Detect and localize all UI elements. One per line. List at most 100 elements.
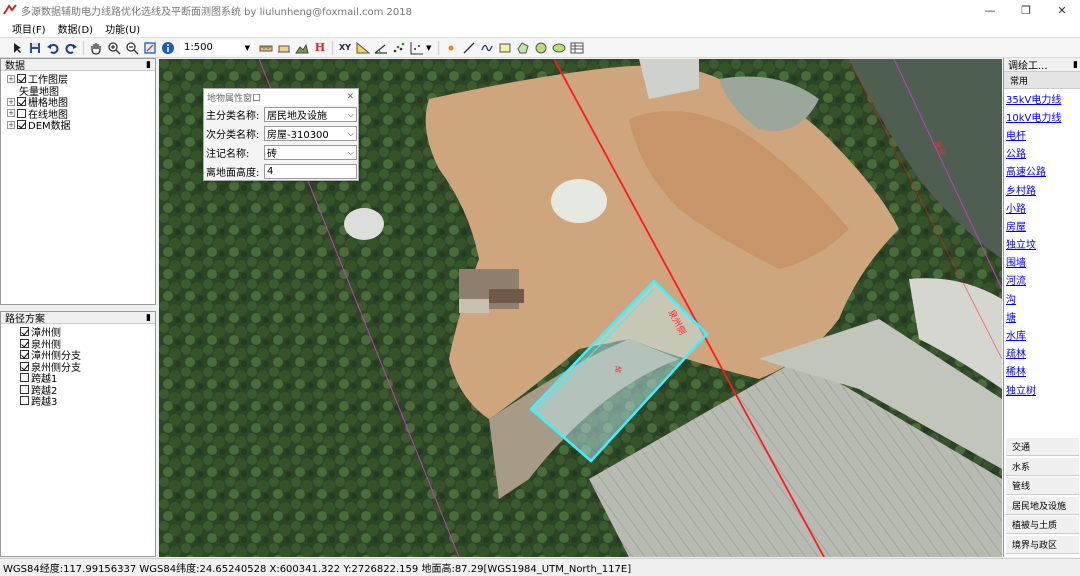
expand-icon[interactable]: + <box>7 120 15 129</box>
feature-link[interactable]: 独立树 <box>1004 380 1080 398</box>
angle-button[interactable] <box>372 39 390 57</box>
save-button[interactable] <box>26 39 44 57</box>
draw-rectangle-button[interactable] <box>496 39 514 57</box>
pin-icon[interactable]: ▮ <box>1073 60 1078 70</box>
attribute-value: 居民地及设施 <box>267 111 327 122</box>
feature-link[interactable]: 电杆 <box>1004 125 1080 143</box>
category-button[interactable]: 管线 <box>1006 477 1079 495</box>
route-checkbox[interactable] <box>20 384 29 394</box>
zoom-in-button[interactable] <box>105 39 123 57</box>
route-checkbox[interactable] <box>20 350 29 360</box>
chevron-down-icon[interactable]: ▼ <box>426 44 431 52</box>
feature-attribute-window: 地物属性窗口 ✕ 主分类名称: 居民地及设施 ⌵ 次分类名称: 房屋-310300 ⌵ 注记… <box>203 88 359 181</box>
full-extent-button[interactable] <box>141 39 159 57</box>
table-icon <box>570 42 584 53</box>
layer-checkbox[interactable] <box>17 74 26 84</box>
scale-select[interactable]: 1:500 ▼ <box>180 40 254 55</box>
attribute-row: 离地面高度: 4 <box>204 162 358 181</box>
scatter-points-button[interactable] <box>390 39 408 57</box>
select-pointer-button[interactable] <box>8 39 26 57</box>
route-item[interactable]: 跨越3 <box>20 395 155 408</box>
feature-link[interactable]: 乡村路 <box>1004 180 1080 198</box>
zoom-out-button[interactable] <box>123 39 141 57</box>
minimize-button[interactable]: — <box>972 0 1008 20</box>
profile-button[interactable] <box>275 39 293 57</box>
layer-checkbox[interactable] <box>17 120 26 130</box>
feature-link[interactable]: 公路 <box>1004 144 1080 162</box>
attribute-select[interactable]: 居民地及设施 ⌵ <box>264 107 357 122</box>
ruler-icon <box>259 45 273 51</box>
close-window-button[interactable]: ✕ <box>1044 0 1080 20</box>
terrain-button[interactable] <box>293 39 311 57</box>
pin-icon[interactable]: ▮ <box>146 60 151 70</box>
feature-link[interactable]: 高速公路 <box>1004 162 1080 180</box>
ruler-button[interactable] <box>257 39 275 57</box>
maximize-button[interactable]: ❐ <box>1008 0 1044 20</box>
route-tree: 漳州侧 泉州侧 漳州侧分支 泉州侧分支 跨越1 跨越2 跨越3 <box>1 324 155 408</box>
menu-data[interactable]: 数据(D) <box>52 21 100 36</box>
pan-button[interactable] <box>87 39 105 57</box>
feature-link[interactable]: 河流 <box>1004 271 1080 289</box>
height-button[interactable]: H <box>311 39 329 57</box>
feature-link[interactable]: 水库 <box>1004 325 1080 343</box>
close-icon[interactable]: ✕ <box>346 92 354 102</box>
tab-common[interactable]: 常用 <box>1004 72 1080 89</box>
expand-icon[interactable]: + <box>7 74 15 83</box>
route-checkbox[interactable] <box>20 373 29 383</box>
attribute-table-button[interactable] <box>568 39 586 57</box>
expand-icon[interactable]: + <box>7 109 15 118</box>
data-panel: 数据 ▮ + 工作图层 矢量地图 + 栅格地图 + 在线地图 + DEM数据 <box>0 58 156 305</box>
route-checkbox[interactable] <box>20 396 29 406</box>
attribute-select[interactable]: 砖 ⌵ <box>264 145 357 160</box>
title-bar: 多源数据辅助电力线路优化选线及平断面测图系统 by liulunheng@fox… <box>0 0 1080 20</box>
expand-icon[interactable]: + <box>7 97 15 106</box>
route-checkbox[interactable] <box>20 338 29 348</box>
redo-button[interactable] <box>62 39 80 57</box>
category-button[interactable]: 交通 <box>1006 438 1079 456</box>
feature-link[interactable]: 沟 <box>1004 289 1080 307</box>
undo-button[interactable] <box>44 39 62 57</box>
feature-link[interactable]: 稀林 <box>1004 362 1080 380</box>
menu-project[interactable]: 项目(F) <box>6 21 52 36</box>
slope-button[interactable] <box>354 39 372 57</box>
draw-line-button[interactable] <box>460 39 478 57</box>
layer-tree-item[interactable]: + DEM数据 <box>7 119 155 132</box>
category-button[interactable]: 水系 <box>1006 457 1079 476</box>
chart-dropdown-button[interactable] <box>408 39 426 57</box>
pin-icon[interactable]: ▮ <box>146 313 151 323</box>
category-button[interactable]: 居民地及设施 <box>1006 496 1079 515</box>
feature-link[interactable]: 10kV电力线 <box>1004 107 1080 125</box>
draw-circle-button[interactable] <box>532 39 550 57</box>
route-checkbox[interactable] <box>20 361 29 371</box>
feature-link[interactable]: 独立坟 <box>1004 235 1080 253</box>
info-button[interactable] <box>159 39 177 57</box>
toolbar: 1:500 ▼ H XY ▼ <box>0 38 1080 58</box>
ellipse-icon <box>552 43 566 52</box>
toolbar-separator <box>332 40 333 55</box>
feature-link[interactable]: 35kV电力线 <box>1004 89 1080 107</box>
attribute-input[interactable]: 4 <box>264 164 357 179</box>
line-icon <box>463 42 475 53</box>
attribute-select[interactable]: 房屋-310300 ⌵ <box>264 126 357 141</box>
layer-checkbox[interactable] <box>17 108 26 118</box>
feature-link[interactable]: 小路 <box>1004 198 1080 216</box>
scale-value: 1:500 <box>184 42 213 53</box>
draw-point-button[interactable] <box>442 39 460 57</box>
draw-curve-button[interactable] <box>478 39 496 57</box>
xy-coordinate-button[interactable]: XY <box>336 39 354 57</box>
pointer-icon <box>14 42 21 53</box>
layer-checkbox[interactable] <box>17 97 26 107</box>
feature-link[interactable]: 围墙 <box>1004 253 1080 271</box>
category-button[interactable]: 境界与政区 <box>1006 535 1079 554</box>
route-checkbox[interactable] <box>20 327 29 337</box>
draw-ellipse-button[interactable] <box>550 39 568 57</box>
full-extent-icon <box>144 41 156 54</box>
category-button[interactable]: 植被与土质 <box>1006 516 1079 534</box>
attribute-label: 注记名称: <box>206 149 250 160</box>
menu-function[interactable]: 功能(U) <box>99 21 146 36</box>
feature-link[interactable]: 疏林 <box>1004 344 1080 362</box>
feature-link[interactable]: 塘 <box>1004 307 1080 325</box>
xy-label: XY <box>339 43 351 52</box>
draw-polygon-button[interactable] <box>514 39 532 57</box>
feature-link[interactable]: 房屋 <box>1004 216 1080 234</box>
